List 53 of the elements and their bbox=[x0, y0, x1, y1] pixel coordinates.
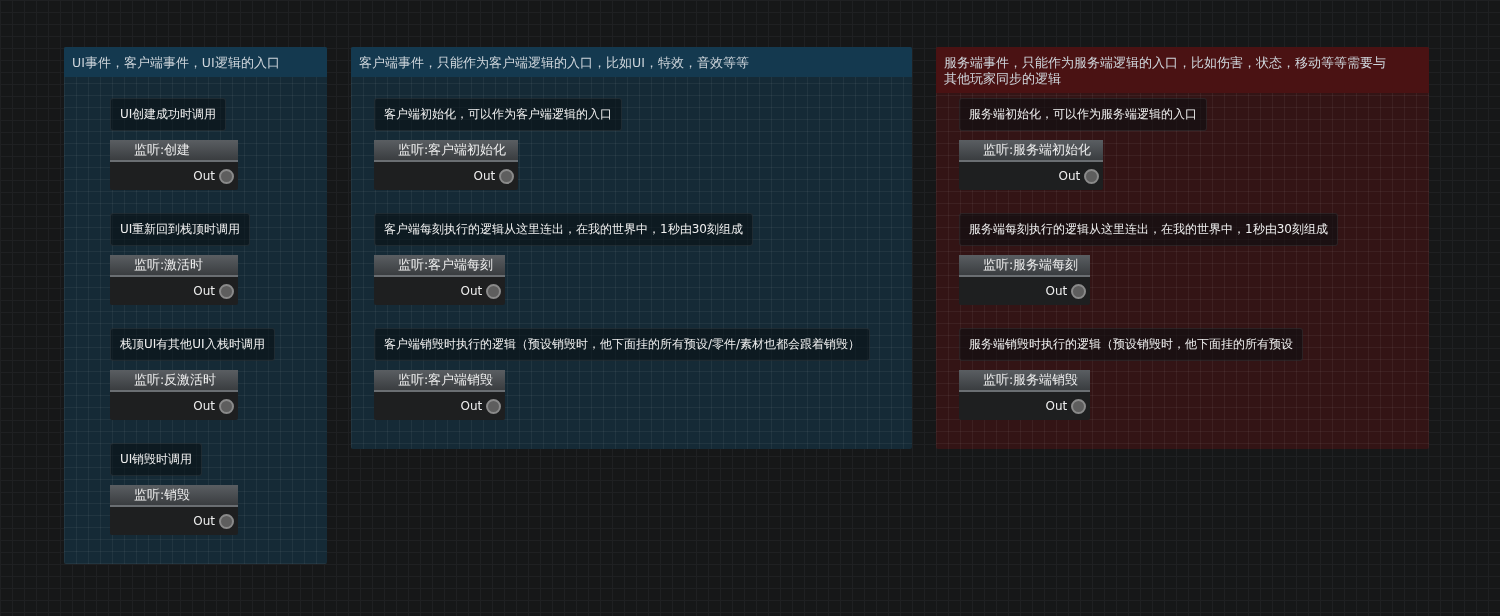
port-label: Out bbox=[193, 283, 215, 300]
port-label: Out bbox=[460, 283, 483, 300]
event-node[interactable]: 监听:销毁 Out bbox=[110, 485, 238, 535]
node-comment: 服务端销毁时执行的逻辑（预设销毁时，他下面挂的所有预设 bbox=[959, 328, 1303, 361]
event-node[interactable]: 监听:服务端每刻 Out bbox=[959, 255, 1091, 305]
port-label: Out bbox=[193, 513, 215, 530]
output-port-icon[interactable] bbox=[219, 283, 234, 299]
port-label: Out bbox=[1058, 168, 1081, 185]
port-label: Out bbox=[460, 398, 483, 415]
output-port-icon[interactable] bbox=[219, 168, 234, 184]
node-comment: 客户端销毁时执行的逻辑（预设销毁时，他下面挂的所有预设/零件/素材也都会跟着销毁） bbox=[374, 328, 871, 361]
port-label: Out bbox=[1045, 398, 1068, 415]
output-port-icon[interactable] bbox=[1071, 398, 1087, 414]
output-port-icon[interactable] bbox=[219, 513, 234, 529]
event-node[interactable]: 监听:反激活时 Out bbox=[110, 370, 238, 420]
port-label: Out bbox=[193, 168, 215, 185]
node-title: 监听:创建 bbox=[110, 140, 238, 162]
node-comment: 服务端初始化，可以作为服务端逻辑的入口 bbox=[959, 98, 1207, 131]
event-node[interactable]: 监听:客户端销毁 Out bbox=[374, 370, 506, 420]
output-port-icon[interactable] bbox=[486, 283, 502, 299]
node-comment: UI销毁时调用 bbox=[110, 443, 203, 476]
port-label: Out bbox=[193, 398, 215, 415]
node-title: 监听:激活时 bbox=[110, 255, 238, 277]
node-title: 监听:销毁 bbox=[110, 485, 238, 507]
node-comment: 客户端每刻执行的逻辑从这里连出，在我的世界中，1秒由30刻组成 bbox=[374, 213, 753, 246]
port-label: Out bbox=[1045, 283, 1068, 300]
event-node[interactable]: 监听:客户端每刻 Out bbox=[374, 255, 506, 305]
node-comment: 服务端每刻执行的逻辑从这里连出，在我的世界中，1秒由30刻组成 bbox=[959, 213, 1338, 246]
group-title: 服务端事件，只能作为服务端逻辑的入口，比如伤害，状态，移动等等需要与其他玩家同步的逻辑 bbox=[936, 47, 1429, 93]
node-comment: 客户端初始化，可以作为客户端逻辑的入口 bbox=[374, 98, 622, 131]
event-node[interactable]: 监听:客户端初始化 Out bbox=[374, 140, 519, 190]
event-node[interactable]: 监听:创建 Out bbox=[110, 140, 238, 190]
group-title: 客户端事件，只能作为客户端逻辑的入口，比如UI，特效，音效等等 bbox=[351, 47, 912, 77]
node-title: 监听:服务端销毁 bbox=[959, 370, 1091, 392]
output-port-icon[interactable] bbox=[486, 398, 502, 414]
node-comment: 栈顶UI有其他UI入栈时调用 bbox=[110, 328, 275, 361]
node-title: 监听:反激活时 bbox=[110, 370, 238, 392]
output-port-icon[interactable] bbox=[219, 398, 234, 414]
output-port-icon[interactable] bbox=[1084, 168, 1100, 184]
node-title: 监听:服务端初始化 bbox=[959, 140, 1104, 162]
output-port-icon[interactable] bbox=[1071, 283, 1087, 299]
event-node[interactable]: 监听:服务端销毁 Out bbox=[959, 370, 1091, 420]
group-title: UI事件，客户端事件，UI逻辑的入口 bbox=[64, 47, 327, 77]
event-node[interactable]: 监听:服务端初始化 Out bbox=[959, 140, 1104, 190]
node-title: 监听:客户端销毁 bbox=[374, 370, 506, 392]
node-title: 监听:服务端每刻 bbox=[959, 255, 1091, 277]
output-port-icon[interactable] bbox=[499, 168, 515, 184]
node-comment: UI重新回到栈顶时调用 bbox=[110, 213, 251, 246]
node-title: 监听:客户端初始化 bbox=[374, 140, 519, 162]
port-label: Out bbox=[473, 168, 496, 185]
node-title: 监听:客户端每刻 bbox=[374, 255, 506, 277]
event-node[interactable]: 监听:激活时 Out bbox=[110, 255, 238, 305]
node-comment: UI创建成功时调用 bbox=[110, 98, 227, 131]
